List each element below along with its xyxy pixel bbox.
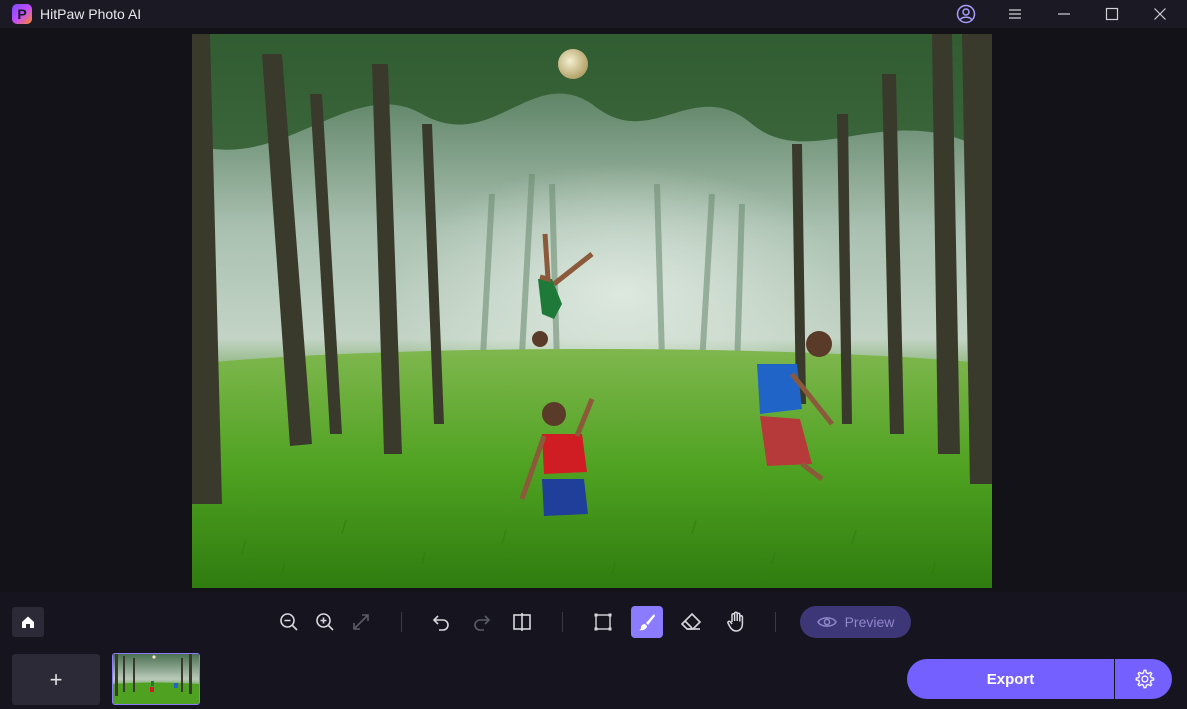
- eraser-tool-button[interactable]: [675, 606, 707, 638]
- export-settings-button[interactable]: [1115, 659, 1172, 699]
- menu-button[interactable]: [993, 0, 1037, 28]
- brush-tool-button[interactable]: [631, 606, 663, 638]
- close-icon: [1154, 8, 1166, 20]
- rectangle-select-button[interactable]: [587, 606, 619, 638]
- app-title: HitPaw Photo AI: [40, 6, 142, 22]
- eraser-icon: [680, 612, 702, 630]
- title-bar: P HitPaw Photo AI: [0, 0, 1187, 28]
- export-button[interactable]: Export: [907, 659, 1114, 699]
- app-logo-icon: P: [12, 4, 32, 24]
- account-button[interactable]: [944, 0, 988, 28]
- redo-button[interactable]: [466, 606, 498, 638]
- home-icon: [22, 616, 34, 628]
- brush-icon: [639, 614, 655, 631]
- maximize-icon: [1105, 7, 1119, 21]
- gear-icon: [1135, 669, 1154, 689]
- thumbnail-image: [113, 654, 199, 704]
- fit-screen-button[interactable]: [345, 606, 377, 638]
- toolbar-divider: [562, 612, 563, 632]
- minimize-icon: [1058, 13, 1070, 15]
- add-image-button[interactable]: +: [12, 654, 100, 705]
- menu-icon: [1009, 9, 1021, 19]
- hand-icon: [727, 611, 744, 632]
- image-thumbnail[interactable]: [112, 653, 200, 705]
- preview-button[interactable]: Preview: [800, 606, 911, 638]
- rectangle-select-icon: [594, 613, 612, 631]
- redo-icon: [474, 615, 491, 631]
- preview-label: Preview: [844, 614, 895, 630]
- zoom-in-icon: [316, 613, 334, 631]
- zoom-out-icon: [280, 613, 298, 631]
- toolbar-divider: [401, 612, 402, 632]
- eye-icon: [816, 617, 837, 627]
- maximize-button[interactable]: [1090, 0, 1134, 28]
- home-button[interactable]: [12, 607, 44, 637]
- compare-icon: [513, 613, 531, 631]
- toolbar-divider: [775, 612, 776, 632]
- undo-icon: [432, 615, 449, 631]
- hand-tool-button[interactable]: [720, 606, 752, 638]
- photo-canvas[interactable]: [192, 34, 992, 588]
- zoom-in-button[interactable]: [309, 606, 341, 638]
- compare-button[interactable]: [506, 606, 538, 638]
- account-icon: [956, 4, 976, 24]
- fit-screen-icon: [353, 614, 369, 630]
- minimize-button[interactable]: [1042, 0, 1086, 28]
- photo-image: [192, 34, 992, 588]
- zoom-out-button[interactable]: [273, 606, 305, 638]
- undo-button[interactable]: [425, 606, 457, 638]
- close-button[interactable]: [1138, 0, 1182, 28]
